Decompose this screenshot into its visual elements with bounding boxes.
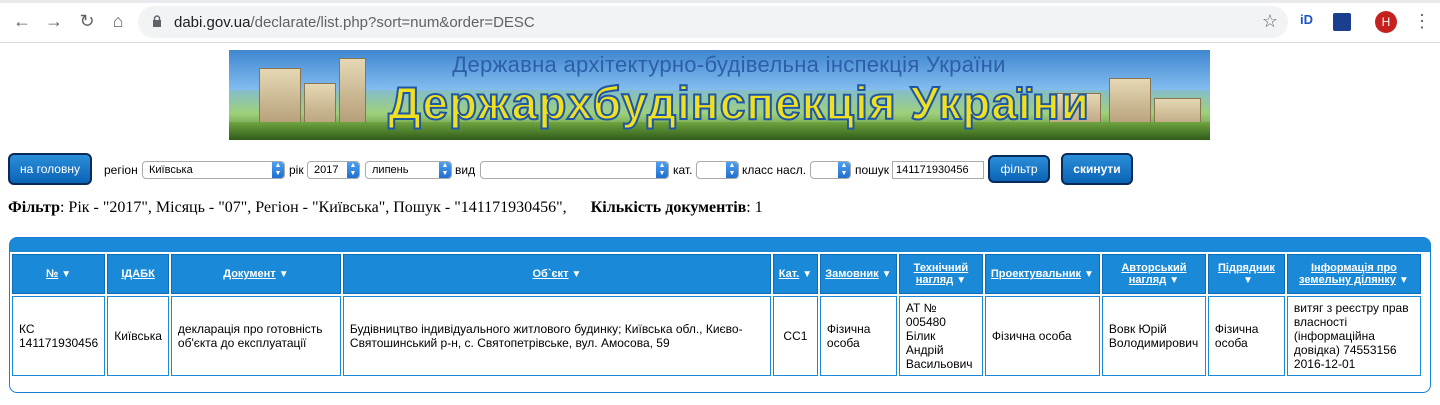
column-header-author-supervision[interactable]: Авторський нагляд ▼ bbox=[1101, 254, 1206, 294]
sort-arrow-icon: ▼ bbox=[802, 269, 813, 280]
month-select-arrow-icon: ▲ ▼ bbox=[439, 162, 451, 178]
home-button[interactable]: на головну bbox=[8, 153, 92, 185]
search-label: пошук bbox=[855, 163, 890, 177]
banner-subtitle: Державна архітектурно-будівельна інспекц… bbox=[452, 52, 1006, 77]
extension-id-icon[interactable]: iD bbox=[1300, 12, 1313, 27]
category-select-arrow-icon: ▲ ▼ bbox=[726, 162, 738, 178]
cell-category: СС1 bbox=[772, 296, 818, 376]
table-header-row: № ▼ ІДАБК Документ ▼ Об`єкт ▼ Кат. ▼ Замовни… bbox=[12, 254, 1421, 294]
lock-icon bbox=[153, 15, 161, 27]
cell-author-supervision: Вовк Юрій Володимирович bbox=[1101, 296, 1206, 376]
type-select[interactable]: ▲ ▼ bbox=[480, 161, 669, 179]
cell-contractor: Фізична особа bbox=[1207, 296, 1285, 376]
banner-title: Держархбудінспекція України bbox=[387, 76, 1090, 130]
results-table-container: № ▼ ІДАБК Документ ▼ Об`єкт ▼ Кат. ▼ Замовни… bbox=[9, 237, 1431, 393]
cell-document: декларація про готовність об'єкта до екс… bbox=[170, 296, 341, 376]
filter-bar: на головну регіон Київська ▲ ▼ рік 2017 ▲ ▼ … bbox=[8, 153, 1438, 187]
forward-icon[interactable]: → bbox=[44, 11, 64, 31]
results-table: № ▼ ІДАБК Документ ▼ Об`єкт ▼ Кат. ▼ Замовни… bbox=[10, 252, 1423, 378]
bookmark-star-icon[interactable]: ☆ bbox=[1262, 11, 1278, 32]
filter-summary-label: Фільтр bbox=[8, 199, 60, 216]
sort-arrow-icon: ▼ bbox=[278, 269, 289, 280]
column-header-land-info[interactable]: Інформація про земельну ділянку ▼ bbox=[1286, 254, 1421, 294]
year-select[interactable]: 2017 ▲ ▼ bbox=[307, 161, 360, 179]
cell-num: КС 141171930456 bbox=[12, 296, 106, 376]
reset-button[interactable]: скинути bbox=[1061, 153, 1133, 185]
filter-button[interactable]: фільтр bbox=[988, 155, 1050, 183]
sort-arrow-icon: ▼ bbox=[1398, 275, 1409, 286]
column-header-customer[interactable]: Замовник ▼ bbox=[819, 254, 897, 294]
filter-summary: Фільтр: Рік - "2017", Місяць - "07", Рег… bbox=[8, 199, 763, 217]
column-header-tech-supervision[interactable]: Технічний нагляд ▼ bbox=[898, 254, 983, 294]
url-text: dabi.gov.ua/declarate/list.php?sort=num&… bbox=[174, 14, 535, 31]
category-label: кат. bbox=[673, 163, 693, 177]
address-bar[interactable]: dabi.gov.ua/declarate/list.php?sort=num&… bbox=[138, 6, 1288, 38]
column-header-designer[interactable]: Проектувальник ▼ bbox=[984, 254, 1100, 294]
cell-land-info: витяг з реєстру прав власності (інформац… bbox=[1286, 296, 1421, 376]
tab-strip bbox=[0, 0, 1440, 3]
category-select[interactable]: ▲ ▼ bbox=[696, 161, 739, 179]
column-header-contractor[interactable]: Підрядник▼ bbox=[1207, 254, 1285, 294]
class-select[interactable]: ▲ ▼ bbox=[810, 161, 851, 179]
column-header-idabk[interactable]: ІДАБК bbox=[107, 254, 169, 294]
year-value: 2017 bbox=[314, 164, 339, 176]
profile-avatar[interactable]: H bbox=[1375, 11, 1397, 33]
site-banner: Державна архітектурно-будівельна інспекц… bbox=[229, 50, 1210, 140]
region-select-arrow-icon: ▲ ▼ bbox=[272, 162, 284, 178]
extension-icon[interactable] bbox=[1333, 13, 1351, 31]
cell-object: Будівництво індивідуального житлового бу… bbox=[342, 296, 771, 376]
class-select-arrow-icon: ▲ ▼ bbox=[838, 162, 850, 178]
document-count-value: : 1 bbox=[746, 199, 763, 216]
column-header-num[interactable]: № ▼ bbox=[12, 254, 106, 294]
table-row: КС 141171930456 Київська декларація про … bbox=[12, 296, 1421, 376]
column-header-object[interactable]: Об`єкт ▼ bbox=[342, 254, 771, 294]
home-icon[interactable]: ⌂ bbox=[108, 11, 128, 31]
region-label: регіон bbox=[104, 163, 138, 177]
cell-idabk: Київська bbox=[107, 296, 169, 376]
sort-arrow-icon: ▼ bbox=[61, 269, 72, 280]
sort-arrow-icon: ▼ bbox=[571, 269, 582, 280]
cell-customer: Фізична особа bbox=[819, 296, 897, 376]
browser-toolbar: ← → ↻ ⌂ dabi.gov.ua/declarate/list.php?s… bbox=[0, 0, 1440, 43]
search-input[interactable]: 141171930456 bbox=[892, 161, 984, 179]
region-value: Київська bbox=[149, 164, 193, 176]
column-header-category[interactable]: Кат. ▼ bbox=[772, 254, 818, 294]
back-icon[interactable]: ← bbox=[12, 11, 32, 31]
year-select-arrow-icon: ▲ ▼ bbox=[347, 162, 359, 178]
url-path: /declarate/list.php?sort=num&order=DESC bbox=[250, 14, 535, 31]
document-count-label: Кількість документів bbox=[590, 199, 747, 216]
filter-summary-text: : Рік - "2017", Місяць - "07", Регіон - … bbox=[59, 199, 567, 216]
region-select[interactable]: Київська ▲ ▼ bbox=[142, 161, 285, 179]
month-value: липень bbox=[372, 164, 409, 176]
class-label: класс насл. bbox=[742, 163, 807, 177]
cell-tech-supervision: АТ № 005480 Білик Андрій Васильович bbox=[898, 296, 983, 376]
type-label: вид bbox=[455, 163, 476, 177]
sort-arrow-icon: ▼ bbox=[1242, 275, 1253, 286]
sort-arrow-icon: ▼ bbox=[956, 275, 967, 286]
cell-designer: Фізична особа bbox=[984, 296, 1100, 376]
menu-icon[interactable]: ⋮ bbox=[1413, 11, 1431, 32]
reload-icon[interactable]: ↻ bbox=[77, 11, 97, 31]
url-domain: dabi.gov.ua bbox=[174, 14, 251, 31]
sort-arrow-icon: ▼ bbox=[1169, 275, 1180, 286]
type-select-arrow-icon: ▲ ▼ bbox=[656, 162, 668, 178]
sort-arrow-icon: ▼ bbox=[881, 269, 892, 280]
results-table-body: № ▼ ІДАБК Документ ▼ Об`єкт ▼ Кат. ▼ Замовни… bbox=[10, 252, 1430, 392]
column-header-document[interactable]: Документ ▼ bbox=[170, 254, 341, 294]
month-select[interactable]: липень ▲ ▼ bbox=[365, 161, 452, 179]
year-label: рік bbox=[289, 163, 304, 177]
sort-arrow-icon: ▼ bbox=[1084, 269, 1094, 280]
